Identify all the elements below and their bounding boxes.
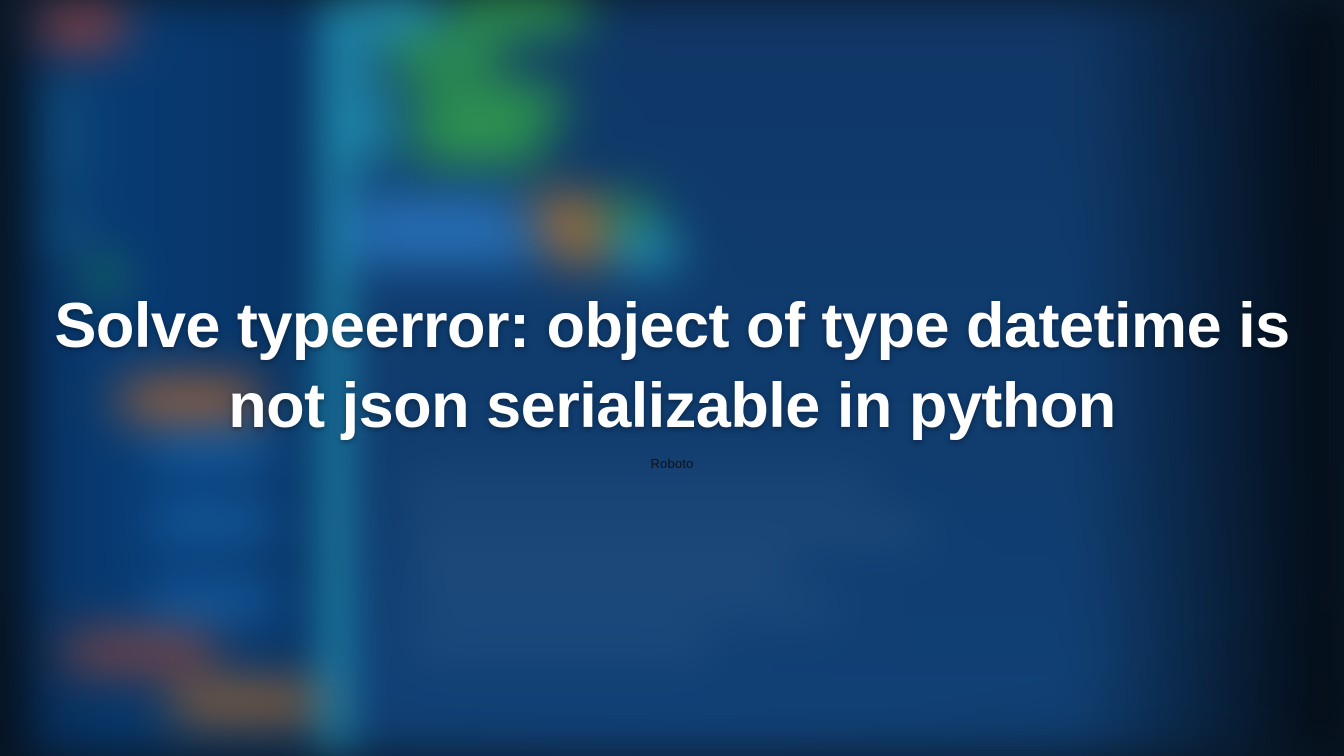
hero-headline: Solve typeerror: object of type datetime… [28,286,1316,446]
hero-content: Solve typeerror: object of type datetime… [0,0,1344,756]
hero-font-label: Roboto [650,456,693,471]
